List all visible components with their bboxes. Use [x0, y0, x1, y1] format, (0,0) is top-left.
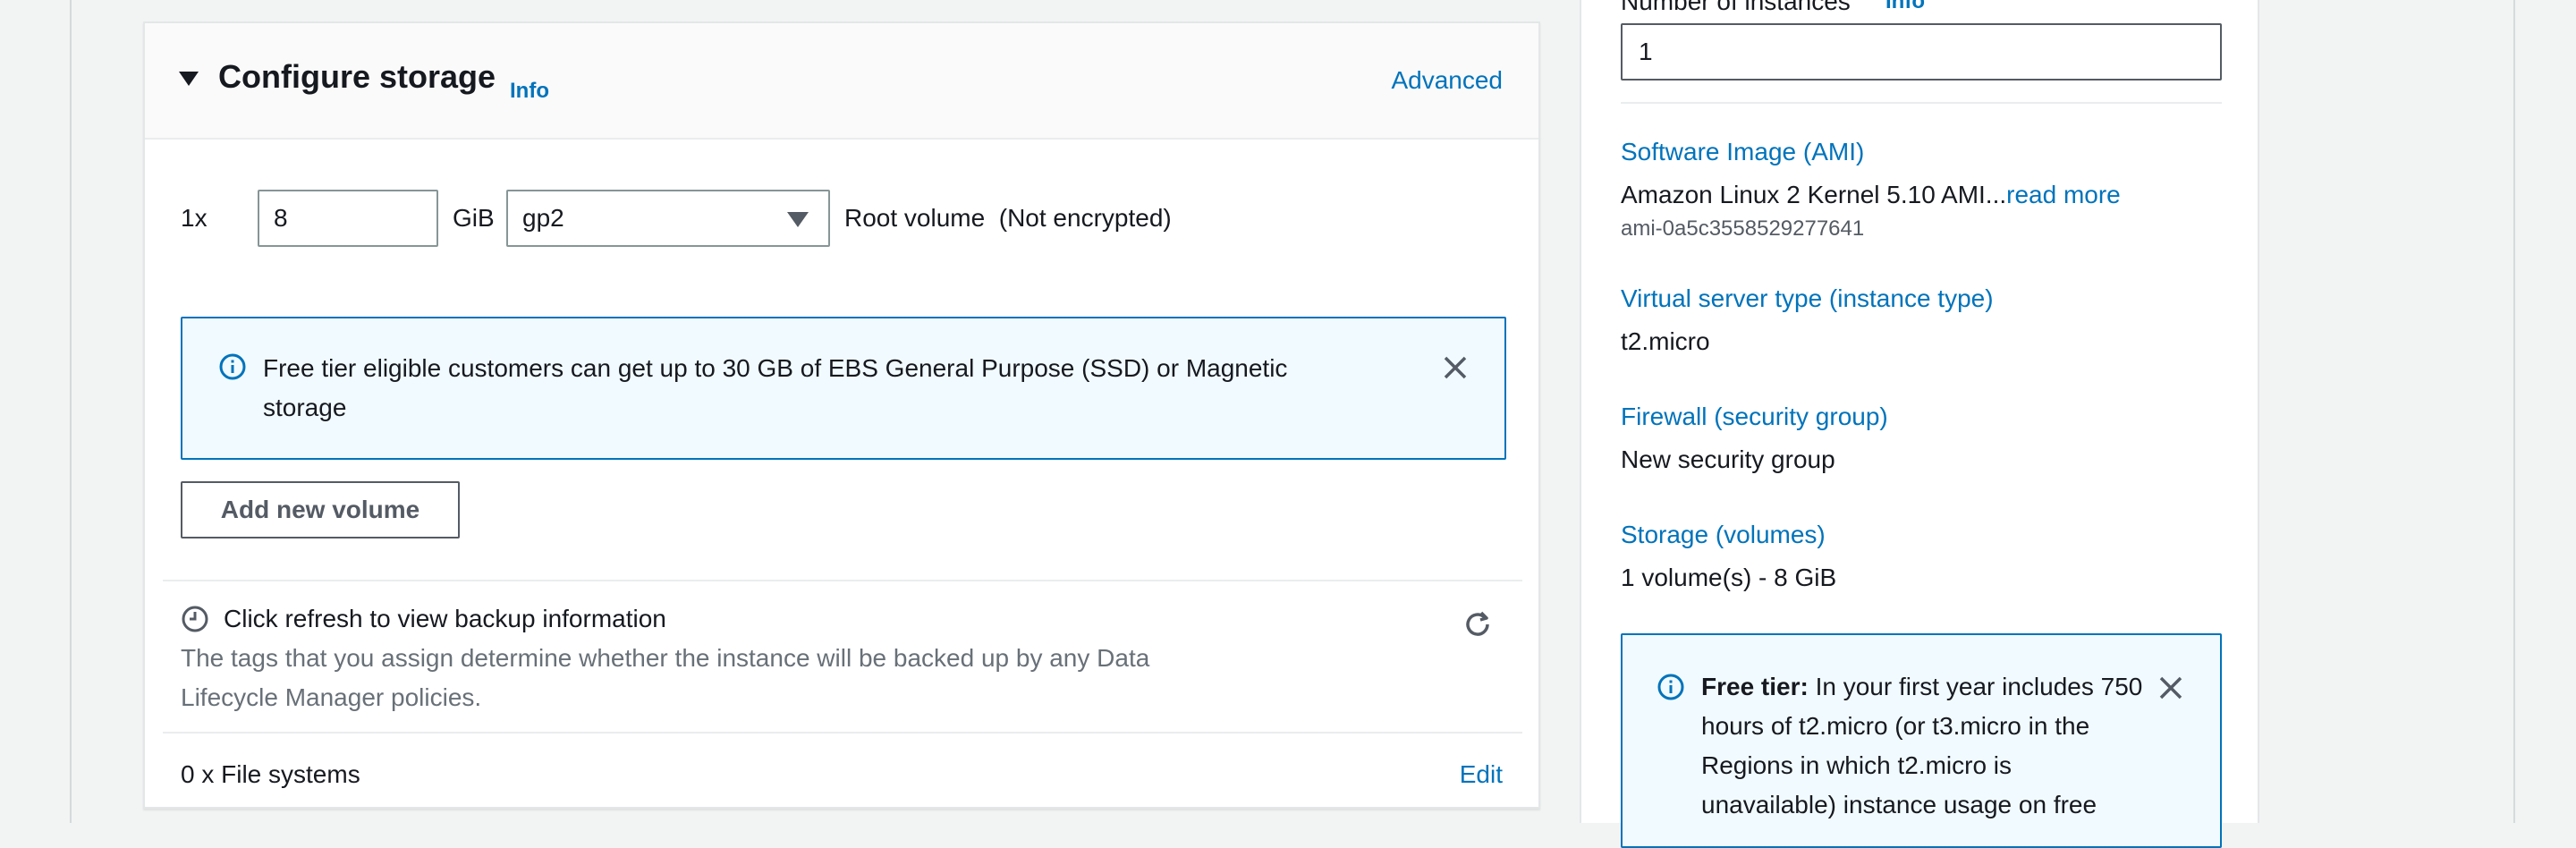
instances-info-link[interactable]: Info — [1885, 0, 1925, 14]
caret-down-icon — [787, 212, 809, 227]
root-volume-row: 1x 8 GiB gp2 Root volume (Not encrypted) — [181, 190, 1504, 247]
read-more-link[interactable]: read more — [2006, 181, 2121, 208]
instance-type-link[interactable]: Virtual server type (instance type) — [1621, 284, 1994, 313]
backup-info-title: Click refresh to view backup information — [224, 605, 666, 632]
backup-info-description: The tags that you assign determine wheth… — [181, 644, 1150, 711]
instance-type-value: t2.micro — [1621, 327, 1710, 355]
number-of-instances-input[interactable]: 1 — [1621, 23, 2222, 81]
page-right-gutter — [2513, 0, 2576, 823]
free-tier-text: Free tier: In your first year includes 7… — [1701, 667, 2148, 825]
info-circle-icon — [1657, 674, 1684, 700]
clock-icon — [182, 606, 208, 632]
volume-type-select[interactable]: gp2 — [506, 190, 830, 247]
instances-label-text: Number of instances — [1621, 0, 1851, 15]
volume-type-value: gp2 — [522, 204, 564, 232]
firewall-link[interactable]: Firewall (security group) — [1621, 403, 1888, 431]
storage-volumes-link[interactable]: Storage (volumes) — [1621, 521, 1826, 549]
storage-alert-text: Free tier eligible customers can get up … — [263, 354, 1288, 421]
section-divider — [163, 580, 1522, 581]
summary-panel: Number of instances Info 1 Software Imag… — [1580, 0, 2259, 848]
root-volume-description: Root volume (Not encrypted) — [844, 204, 1172, 232]
summary-divider — [1621, 102, 2222, 104]
page-left-gutter — [0, 0, 72, 823]
edit-file-systems-link[interactable]: Edit — [1460, 760, 1503, 789]
configure-storage-panel: Configure storage Info Advanced 1x 8 GiB… — [143, 21, 1540, 809]
file-systems-count: 0 x File systems — [181, 760, 360, 788]
number-of-instances-label: Number of instances — [1621, 0, 1851, 16]
section-divider — [163, 732, 1522, 734]
add-new-volume-button[interactable]: Add new volume — [181, 481, 460, 538]
volume-size-input[interactable]: 8 — [258, 190, 438, 247]
firewall-value: New security group — [1621, 445, 1835, 473]
ami-name: Amazon Linux 2 Kernel 5.10 AMI... — [1621, 181, 2007, 208]
storage-volumes-value: 1 volume(s) - 8 GiB — [1621, 564, 1837, 591]
ami-value: Amazon Linux 2 Kernel 5.10 AMI...read mo… — [1621, 181, 2121, 209]
close-icon[interactable] — [2157, 674, 2184, 701]
free-tier-bold: Free tier: — [1701, 673, 1809, 700]
volume-size-unit: GiB — [453, 204, 495, 232]
free-tier-alert: Free tier: In your first year includes 7… — [1621, 633, 2222, 848]
free-tier-storage-alert: Free tier eligible customers can get up … — [181, 317, 1506, 460]
close-icon[interactable] — [1442, 354, 1469, 381]
ami-link[interactable]: Software Image (AMI) — [1621, 138, 1864, 166]
advanced-link[interactable]: Advanced — [1391, 66, 1503, 95]
ami-id: ami-0a5c3558529277641 — [1621, 216, 1865, 241]
storage-info-link[interactable]: Info — [510, 79, 549, 104]
info-circle-icon — [219, 353, 246, 380]
storage-panel-header[interactable]: Configure storage Info Advanced — [145, 23, 1538, 140]
refresh-icon[interactable] — [1462, 608, 1494, 640]
volume-multiplier: 1x — [181, 204, 208, 232]
caret-down-icon[interactable] — [179, 72, 199, 86]
storage-panel-title: Configure storage — [218, 58, 496, 95]
